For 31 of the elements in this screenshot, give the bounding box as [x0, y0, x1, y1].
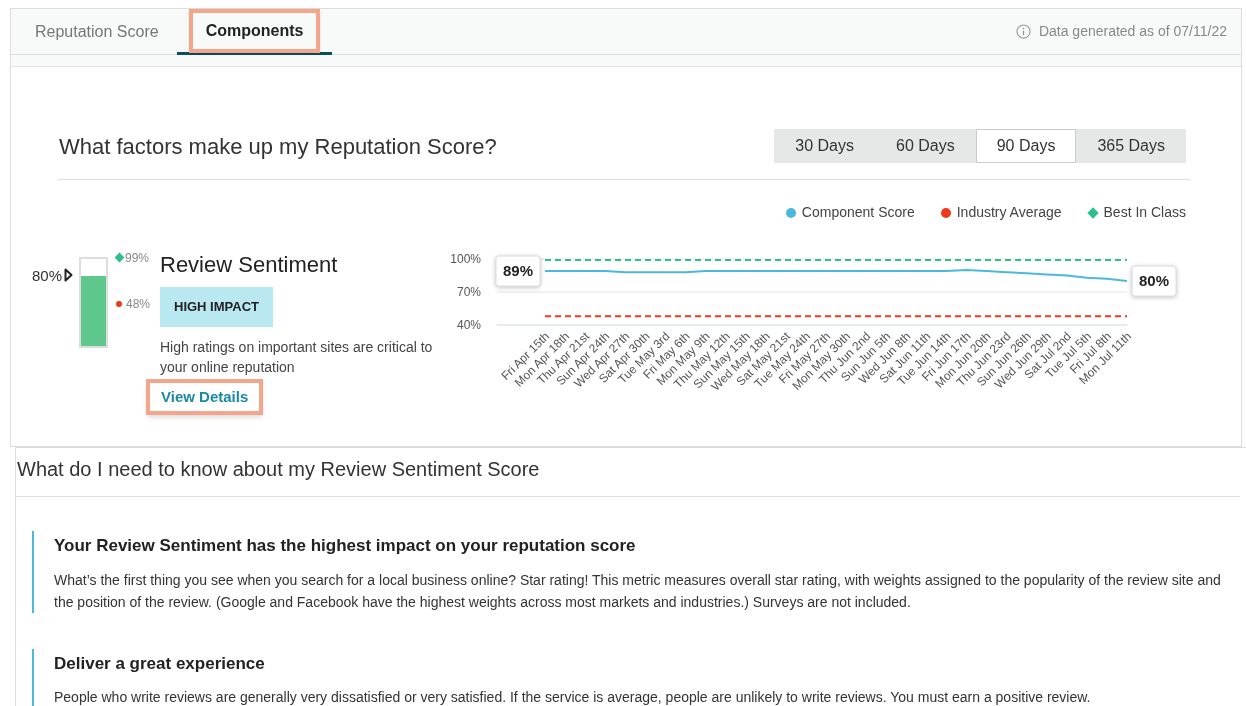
component-description: High ratings on important sites are critical to your online reputation	[160, 337, 434, 377]
impact-badge: HIGH IMPACT	[160, 287, 273, 327]
period-button[interactable]: 90 Days	[975, 129, 1077, 163]
y-tick-label: 70%	[456, 285, 481, 299]
annotation: 89%	[502, 262, 534, 280]
score-value: 80%	[32, 266, 64, 286]
view-details-link[interactable]: View Details	[146, 378, 264, 415]
value-callout: 80%	[1131, 265, 1177, 297]
section-text: What’s the first thing you see when you search for a local business online? Star rating! This metric measures overall star rating, with weights assigned to the popularity of the review site and the position of the review. (Google and Facebook have the highest weights across most markets and industries.) Surveys are not included.	[54, 570, 1222, 612]
legend-label: Component Score	[801, 203, 915, 222]
pointer-icon	[64, 268, 73, 282]
y-tick-label: 100%	[450, 252, 481, 266]
y-tick-label: 40%	[456, 318, 481, 332]
section-text: People who write reviews are generally very dissatisfied or very satisfied. If the service is average, people are unlikely to write reviews. You must earn a positive review.	[54, 688, 1092, 706]
section-title: Your Review Sentiment has the highest impact on your reputation score	[54, 535, 637, 557]
section-heading: What factors make up my Reputation Score?	[58, 132, 497, 161]
period-button[interactable]: 60 Days	[875, 129, 976, 163]
best-value: 99%	[125, 249, 150, 267]
period-button[interactable]: 30 Days	[774, 129, 875, 163]
details-heading: What do I need to know about my Review Sentiment Score	[16, 448, 1240, 497]
legend-label: Best In Class	[1103, 203, 1186, 222]
component-title: Review Sentiment	[160, 251, 339, 279]
annotation: 80%	[1138, 272, 1170, 289]
tab[interactable]: Reputation Score	[23, 8, 171, 55]
legend-label: Industry Average	[956, 203, 1062, 222]
section-title: Deliver a great experience	[54, 652, 266, 675]
period-button[interactable]: 365 Days	[1076, 129, 1186, 163]
value-callout: 89%	[495, 255, 541, 287]
info-icon	[1015, 24, 1031, 39]
average-value: 48%	[126, 296, 151, 314]
data-note: Data generated as of 07/11/22	[1038, 22, 1227, 41]
